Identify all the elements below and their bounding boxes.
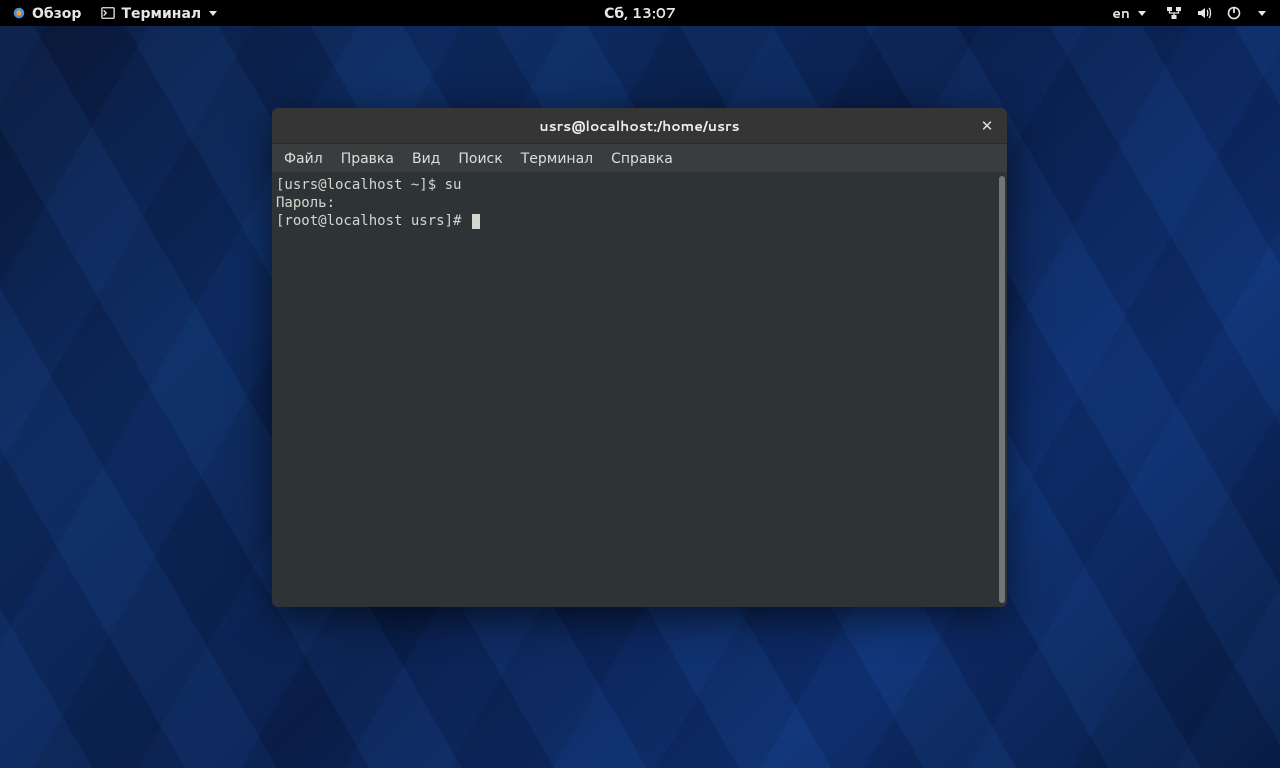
close-button[interactable]: ✕ <box>977 116 997 136</box>
prompt-root: [root@localhost usrs]# <box>276 213 470 229</box>
input-language-button[interactable]: en <box>1106 3 1152 23</box>
close-icon: ✕ <box>981 115 994 136</box>
window-titlebar[interactable]: usrs@localhost:/home/usrs ✕ <box>272 108 1007 144</box>
prompt-user: [usrs@localhost ~]$ <box>276 177 445 193</box>
activities-label: Обзор <box>32 3 81 23</box>
power-icon[interactable] <box>1226 5 1242 21</box>
menu-file[interactable]: Файл <box>282 146 325 170</box>
app-menu-button[interactable]: Терминал <box>95 3 223 23</box>
password-prompt: Пароль: <box>276 195 335 211</box>
menubar: Файл Правка Вид Поиск Терминал Справка <box>272 144 1007 172</box>
terminal-cursor <box>472 214 480 229</box>
terminal-content[interactable]: [usrs@localhost ~]$ su Пароль: [root@loc… <box>272 172 1007 607</box>
clock-label: Сб, 13:07 <box>604 3 676 23</box>
network-icon[interactable] <box>1166 5 1182 21</box>
activities-button[interactable]: Обзор <box>6 3 87 23</box>
chevron-down-icon <box>209 11 217 16</box>
chevron-down-icon <box>1258 11 1266 16</box>
scrollbar[interactable] <box>999 176 1005 603</box>
menu-edit[interactable]: Правка <box>339 146 396 170</box>
terminal-window: usrs@localhost:/home/usrs ✕ Файл Правка … <box>272 108 1007 607</box>
chevron-down-icon <box>1138 11 1146 16</box>
menu-search[interactable]: Поиск <box>456 146 504 170</box>
input-language-label: en <box>1112 3 1130 23</box>
menu-terminal[interactable]: Терминал <box>519 146 595 170</box>
top-bar: Обзор Терминал Сб, 13:07 en <box>0 0 1280 26</box>
activities-icon <box>12 6 26 20</box>
app-menu-label: Терминал <box>121 3 201 23</box>
clock-button[interactable]: Сб, 13:07 <box>598 3 682 23</box>
terminal-app-icon <box>101 6 115 20</box>
menu-view[interactable]: Вид <box>410 146 442 170</box>
menu-help[interactable]: Справка <box>609 146 675 170</box>
volume-icon[interactable] <box>1196 5 1212 21</box>
command-text: su <box>445 177 462 193</box>
window-title: usrs@localhost:/home/usrs <box>539 116 739 136</box>
